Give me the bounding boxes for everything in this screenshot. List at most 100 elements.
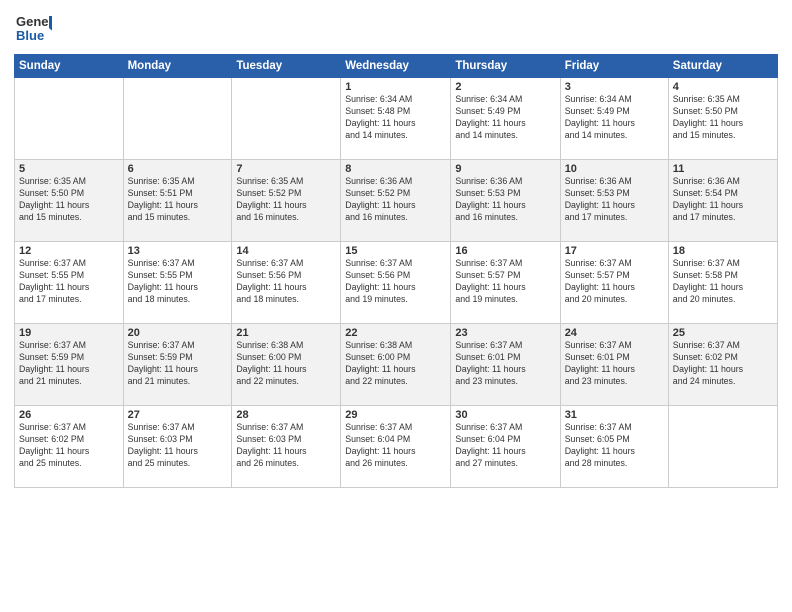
day-cell: 2Sunrise: 6:34 AMSunset: 5:49 PMDaylight…	[451, 78, 560, 160]
day-cell: 5Sunrise: 6:35 AMSunset: 5:50 PMDaylight…	[15, 160, 124, 242]
day-number: 24	[565, 327, 664, 339]
week-row-3: 12Sunrise: 6:37 AMSunset: 5:55 PMDayligh…	[15, 242, 778, 324]
logo: General Blue	[14, 10, 52, 48]
day-cell: 10Sunrise: 6:36 AMSunset: 5:53 PMDayligh…	[560, 160, 668, 242]
weekday-header-friday: Friday	[560, 55, 668, 78]
day-info: Sunrise: 6:37 AMSunset: 6:02 PMDaylight:…	[673, 340, 773, 388]
weekday-header-sunday: Sunday	[15, 55, 124, 78]
day-info: Sunrise: 6:37 AMSunset: 6:01 PMDaylight:…	[565, 340, 664, 388]
page: General Blue SundayMondayTuesdayWednesda…	[0, 0, 792, 612]
day-cell: 15Sunrise: 6:37 AMSunset: 5:56 PMDayligh…	[341, 242, 451, 324]
day-info: Sunrise: 6:37 AMSunset: 6:01 PMDaylight:…	[455, 340, 555, 388]
day-info: Sunrise: 6:35 AMSunset: 5:51 PMDaylight:…	[128, 176, 228, 224]
day-cell: 17Sunrise: 6:37 AMSunset: 5:57 PMDayligh…	[560, 242, 668, 324]
day-cell: 18Sunrise: 6:37 AMSunset: 5:58 PMDayligh…	[668, 242, 777, 324]
day-info: Sunrise: 6:37 AMSunset: 6:05 PMDaylight:…	[565, 422, 664, 470]
day-number: 6	[128, 163, 228, 175]
day-info: Sunrise: 6:37 AMSunset: 5:57 PMDaylight:…	[565, 258, 664, 306]
weekday-header-thursday: Thursday	[451, 55, 560, 78]
day-number: 7	[236, 163, 336, 175]
day-number: 10	[565, 163, 664, 175]
day-cell: 27Sunrise: 6:37 AMSunset: 6:03 PMDayligh…	[123, 406, 232, 488]
day-cell	[15, 78, 124, 160]
day-cell: 13Sunrise: 6:37 AMSunset: 5:55 PMDayligh…	[123, 242, 232, 324]
day-cell: 21Sunrise: 6:38 AMSunset: 6:00 PMDayligh…	[232, 324, 341, 406]
day-cell: 6Sunrise: 6:35 AMSunset: 5:51 PMDaylight…	[123, 160, 232, 242]
calendar: SundayMondayTuesdayWednesdayThursdayFrid…	[14, 54, 778, 488]
day-number: 20	[128, 327, 228, 339]
day-number: 29	[345, 409, 446, 421]
day-number: 17	[565, 245, 664, 257]
day-info: Sunrise: 6:37 AMSunset: 5:56 PMDaylight:…	[236, 258, 336, 306]
day-number: 27	[128, 409, 228, 421]
day-number: 15	[345, 245, 446, 257]
day-info: Sunrise: 6:38 AMSunset: 6:00 PMDaylight:…	[236, 340, 336, 388]
day-info: Sunrise: 6:37 AMSunset: 6:03 PMDaylight:…	[128, 422, 228, 470]
day-cell: 29Sunrise: 6:37 AMSunset: 6:04 PMDayligh…	[341, 406, 451, 488]
header: General Blue	[14, 10, 778, 48]
day-info: Sunrise: 6:36 AMSunset: 5:53 PMDaylight:…	[455, 176, 555, 224]
day-info: Sunrise: 6:37 AMSunset: 6:02 PMDaylight:…	[19, 422, 119, 470]
day-number: 22	[345, 327, 446, 339]
svg-text:General: General	[16, 14, 52, 29]
day-cell: 31Sunrise: 6:37 AMSunset: 6:05 PMDayligh…	[560, 406, 668, 488]
day-cell: 9Sunrise: 6:36 AMSunset: 5:53 PMDaylight…	[451, 160, 560, 242]
day-info: Sunrise: 6:34 AMSunset: 5:48 PMDaylight:…	[345, 94, 446, 142]
day-info: Sunrise: 6:36 AMSunset: 5:52 PMDaylight:…	[345, 176, 446, 224]
day-number: 21	[236, 327, 336, 339]
day-number: 23	[455, 327, 555, 339]
day-number: 4	[673, 81, 773, 93]
day-info: Sunrise: 6:35 AMSunset: 5:50 PMDaylight:…	[19, 176, 119, 224]
day-number: 2	[455, 81, 555, 93]
day-number: 12	[19, 245, 119, 257]
day-number: 19	[19, 327, 119, 339]
day-cell: 14Sunrise: 6:37 AMSunset: 5:56 PMDayligh…	[232, 242, 341, 324]
day-info: Sunrise: 6:37 AMSunset: 5:58 PMDaylight:…	[673, 258, 773, 306]
day-number: 31	[565, 409, 664, 421]
week-row-1: 1Sunrise: 6:34 AMSunset: 5:48 PMDaylight…	[15, 78, 778, 160]
day-cell: 8Sunrise: 6:36 AMSunset: 5:52 PMDaylight…	[341, 160, 451, 242]
day-cell: 12Sunrise: 6:37 AMSunset: 5:55 PMDayligh…	[15, 242, 124, 324]
day-cell	[123, 78, 232, 160]
day-info: Sunrise: 6:37 AMSunset: 5:57 PMDaylight:…	[455, 258, 555, 306]
day-number: 3	[565, 81, 664, 93]
day-cell: 4Sunrise: 6:35 AMSunset: 5:50 PMDaylight…	[668, 78, 777, 160]
day-cell: 28Sunrise: 6:37 AMSunset: 6:03 PMDayligh…	[232, 406, 341, 488]
day-number: 11	[673, 163, 773, 175]
day-info: Sunrise: 6:37 AMSunset: 5:56 PMDaylight:…	[345, 258, 446, 306]
day-info: Sunrise: 6:37 AMSunset: 6:04 PMDaylight:…	[455, 422, 555, 470]
day-cell	[232, 78, 341, 160]
day-cell: 16Sunrise: 6:37 AMSunset: 5:57 PMDayligh…	[451, 242, 560, 324]
day-cell: 7Sunrise: 6:35 AMSunset: 5:52 PMDaylight…	[232, 160, 341, 242]
day-info: Sunrise: 6:37 AMSunset: 5:55 PMDaylight:…	[19, 258, 119, 306]
day-cell: 3Sunrise: 6:34 AMSunset: 5:49 PMDaylight…	[560, 78, 668, 160]
day-number: 5	[19, 163, 119, 175]
day-info: Sunrise: 6:37 AMSunset: 5:55 PMDaylight:…	[128, 258, 228, 306]
day-info: Sunrise: 6:35 AMSunset: 5:50 PMDaylight:…	[673, 94, 773, 142]
day-cell: 1Sunrise: 6:34 AMSunset: 5:48 PMDaylight…	[341, 78, 451, 160]
day-number: 9	[455, 163, 555, 175]
day-info: Sunrise: 6:36 AMSunset: 5:54 PMDaylight:…	[673, 176, 773, 224]
day-cell: 26Sunrise: 6:37 AMSunset: 6:02 PMDayligh…	[15, 406, 124, 488]
week-row-2: 5Sunrise: 6:35 AMSunset: 5:50 PMDaylight…	[15, 160, 778, 242]
day-number: 16	[455, 245, 555, 257]
week-row-5: 26Sunrise: 6:37 AMSunset: 6:02 PMDayligh…	[15, 406, 778, 488]
day-info: Sunrise: 6:35 AMSunset: 5:52 PMDaylight:…	[236, 176, 336, 224]
day-info: Sunrise: 6:38 AMSunset: 6:00 PMDaylight:…	[345, 340, 446, 388]
day-info: Sunrise: 6:34 AMSunset: 5:49 PMDaylight:…	[455, 94, 555, 142]
day-cell: 20Sunrise: 6:37 AMSunset: 5:59 PMDayligh…	[123, 324, 232, 406]
day-info: Sunrise: 6:37 AMSunset: 6:03 PMDaylight:…	[236, 422, 336, 470]
day-number: 30	[455, 409, 555, 421]
logo-svg: General Blue	[14, 10, 52, 48]
day-cell: 11Sunrise: 6:36 AMSunset: 5:54 PMDayligh…	[668, 160, 777, 242]
day-number: 13	[128, 245, 228, 257]
day-cell: 23Sunrise: 6:37 AMSunset: 6:01 PMDayligh…	[451, 324, 560, 406]
day-number: 25	[673, 327, 773, 339]
weekday-header-tuesday: Tuesday	[232, 55, 341, 78]
day-number: 18	[673, 245, 773, 257]
day-number: 28	[236, 409, 336, 421]
day-info: Sunrise: 6:36 AMSunset: 5:53 PMDaylight:…	[565, 176, 664, 224]
day-info: Sunrise: 6:37 AMSunset: 5:59 PMDaylight:…	[128, 340, 228, 388]
day-info: Sunrise: 6:34 AMSunset: 5:49 PMDaylight:…	[565, 94, 664, 142]
day-info: Sunrise: 6:37 AMSunset: 6:04 PMDaylight:…	[345, 422, 446, 470]
